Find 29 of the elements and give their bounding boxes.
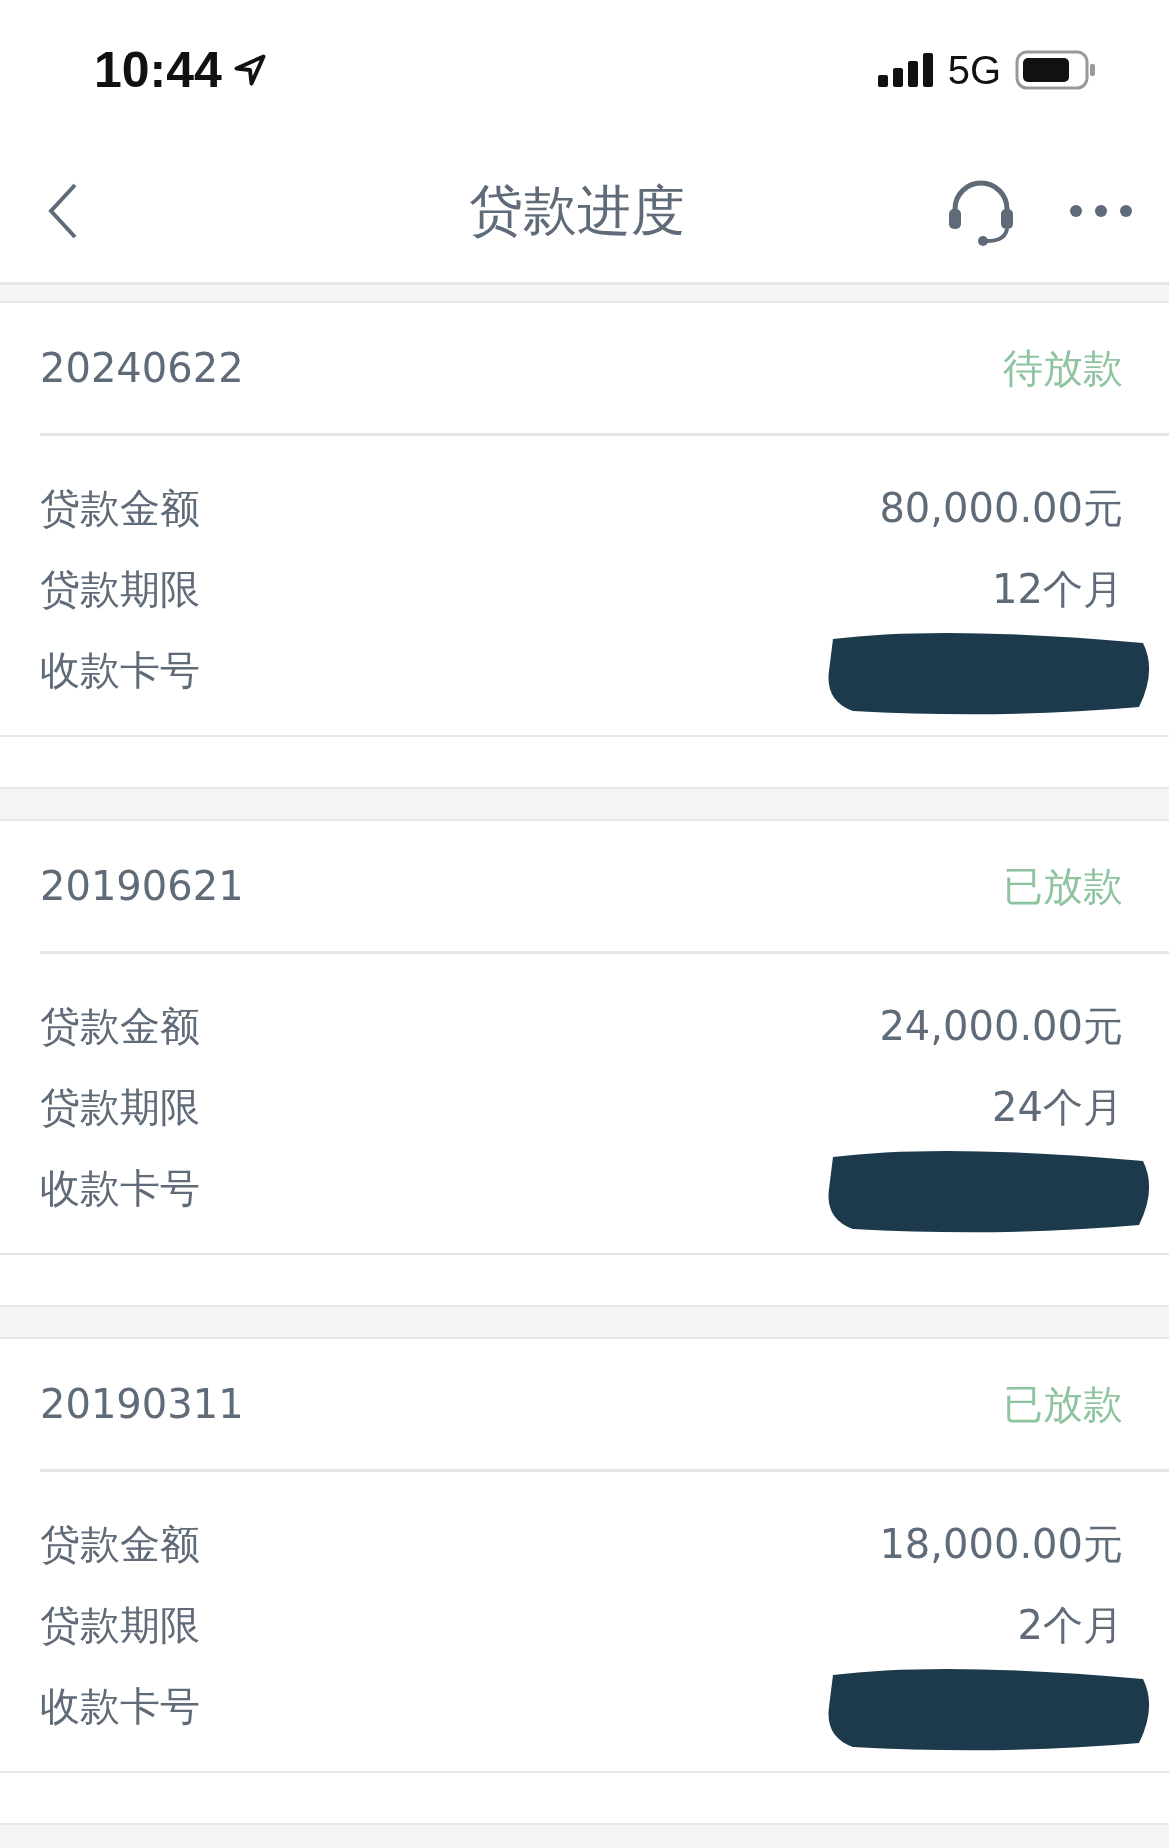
field-label: 贷款金额: [40, 1002, 200, 1051]
field-value: 24,000.00元: [879, 1002, 1123, 1051]
page-title: 贷款进度: [467, 177, 686, 244]
location-arrow-icon: [231, 52, 268, 88]
field-label: 贷款期限: [40, 1601, 200, 1650]
network-label: 5G: [947, 47, 1001, 93]
more-icon[interactable]: [1069, 204, 1133, 218]
field-label: 收款卡号: [40, 1682, 200, 1731]
loan-status: 待放款: [1003, 343, 1123, 393]
field-label: 贷款金额: [40, 484, 200, 533]
loan-date: 20240622: [40, 345, 244, 391]
back-icon[interactable]: [48, 183, 78, 239]
loan-status: 已放款: [1003, 861, 1123, 911]
field-value: 12个月: [992, 565, 1123, 614]
field-label: 收款卡号: [40, 646, 200, 695]
field-value: 80,000.00元: [879, 484, 1123, 533]
field-value: 24个月: [992, 1083, 1123, 1132]
battery-icon: [1015, 50, 1097, 90]
field-label: 贷款金额: [40, 1520, 200, 1569]
loan-date: 20190311: [40, 1381, 244, 1427]
field-value: 18,000.00元: [879, 1520, 1123, 1569]
signal-icon: [877, 53, 934, 87]
status-time: 10:44: [94, 41, 222, 99]
field-value: 2个月: [1017, 1601, 1123, 1650]
field-label: 贷款期限: [40, 1083, 200, 1132]
field-label: 收款卡号: [40, 1164, 200, 1213]
loan-date: 20190621: [40, 863, 244, 909]
field-label: 贷款期限: [40, 565, 200, 614]
loan-status: 已放款: [1003, 1379, 1123, 1429]
